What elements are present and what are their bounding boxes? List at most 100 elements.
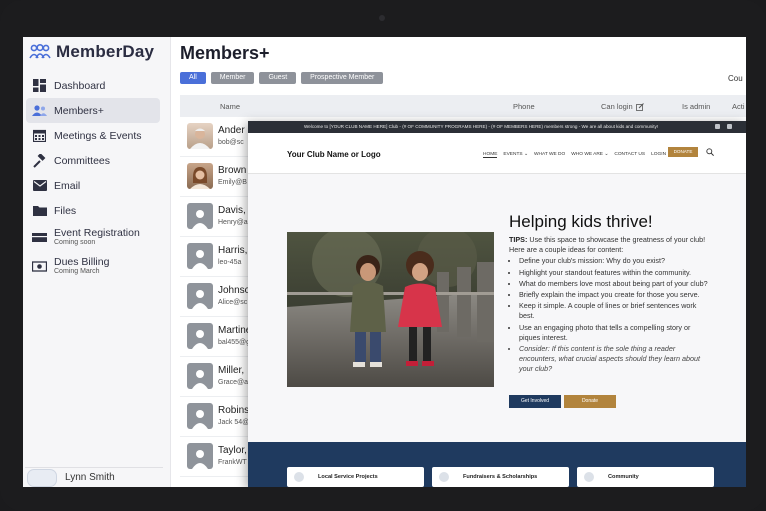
users-icon	[32, 103, 47, 118]
donate-button[interactable]: DONATE	[668, 147, 698, 157]
sidebar-item-label-group: Dues Billing Coming March	[54, 255, 110, 277]
instagram-icon[interactable]	[727, 124, 732, 129]
announcement-bar: Welcome to [YOUR CLUB NAME HERE] Club - …	[248, 121, 746, 133]
program-card-label: Local Service Projects	[318, 474, 378, 480]
member-name: Harris,	[218, 245, 248, 256]
column-header-active[interactable]: Acti	[732, 102, 745, 111]
hero-title: Helping kids thrive!	[509, 212, 653, 231]
sidebar-item-members[interactable]: Members+	[26, 98, 160, 123]
count-label: Cou	[728, 74, 743, 83]
member-name: Robins	[218, 405, 250, 416]
tips-intro: Use this space to showcase the greatness…	[509, 235, 706, 255]
sidebar-item-label: Dues Billing	[54, 255, 110, 268]
site-logo[interactable]: Your Club Name or Logo	[287, 150, 381, 159]
sidebar-item-label: Event Registration	[54, 226, 140, 239]
sidebar-item-files[interactable]: Files	[26, 198, 160, 223]
announcement-text: Welcome to [YOUR CLUB NAME HERE] Club - …	[304, 124, 659, 129]
avatar-placeholder-icon	[187, 443, 213, 469]
column-header-is-admin[interactable]: Is admin	[682, 102, 710, 111]
avatar-placeholder-icon	[187, 203, 213, 229]
avatar-placeholder-icon	[187, 403, 213, 429]
program-card-label: Fundraisers & Scholarships	[463, 474, 538, 480]
menu-item-home[interactable]: HOME	[483, 152, 498, 158]
sidebar-item-label: Dashboard	[54, 79, 106, 92]
sidebar-item-dues-billing[interactable]: Dues Billing Coming March	[26, 252, 160, 281]
sidebar-item-sublabel: Coming March	[54, 267, 100, 275]
filter-guest[interactable]: Guest	[259, 72, 297, 84]
page-title: Members+	[180, 43, 270, 63]
menu-item-who-we-are[interactable]: WHO WE ARE ⌄	[571, 152, 608, 158]
member-name: Taylor,	[218, 445, 247, 456]
column-header-can-login[interactable]: Can login	[601, 102, 644, 111]
user-name: Lynn Smith	[65, 472, 115, 483]
member-email: Alice@sc	[218, 299, 248, 306]
sidebar-nav: Dashboard Members+ Meetings & Events Com…	[26, 73, 160, 281]
program-card[interactable]: Community	[577, 467, 714, 487]
menu-item-events[interactable]: EVENTS ⌄	[503, 152, 528, 158]
sidebar-item-meetings[interactable]: Meetings & Events	[26, 123, 160, 148]
member-email: Henry@a	[218, 219, 248, 226]
app-name: MemberDay	[56, 42, 155, 61]
people-logo-icon	[29, 44, 51, 59]
sidebar-item-label: Files	[54, 204, 77, 217]
hero-tips: TIPS: Use this space to showcase the gre…	[509, 235, 709, 376]
list-item: Briefly explain the impact you create fo…	[519, 290, 709, 300]
app-logo[interactable]: MemberDay	[29, 41, 154, 63]
current-user[interactable]: Lynn Smith	[25, 467, 163, 487]
site-header: Your Club Name or Logo HOME EVENTS ⌄ WHA…	[248, 133, 746, 174]
community-icon	[584, 472, 594, 482]
menu-item-what-we-do[interactable]: WHAT WE DO	[534, 152, 565, 158]
member-name: Johnso	[218, 285, 251, 296]
avatar-placeholder-icon	[187, 363, 213, 389]
column-header-label: Can login	[601, 102, 633, 111]
sidebar: MemberDay Dashboard Members+ Meetings & …	[23, 37, 171, 487]
sidebar-item-dashboard[interactable]: Dashboard	[26, 73, 160, 98]
list-item: Consider: If this content is the sole th…	[519, 344, 709, 375]
member-name: Ander	[218, 125, 245, 136]
program-card[interactable]: Fundraisers & Scholarships	[432, 467, 569, 487]
member-email: bal455@g	[218, 339, 251, 346]
sidebar-item-label: Email	[54, 179, 81, 192]
sidebar-item-event-registration[interactable]: Event Registration Coming soon	[26, 223, 160, 252]
sidebar-item-committees[interactable]: Committees	[26, 148, 160, 173]
member-email: Grace@a	[218, 379, 249, 386]
dashboard-icon	[32, 78, 47, 93]
member-name: Davis,	[218, 205, 246, 216]
search-icon[interactable]	[706, 148, 714, 156]
avatar-placeholder-icon	[187, 283, 213, 309]
sidebar-item-label-group: Event Registration Coming soon	[54, 226, 140, 248]
menu-item-label: WHO WE ARE	[571, 152, 603, 157]
programs-section: Local Service Projects Fundraisers & Sch…	[248, 442, 746, 487]
scholarship-icon	[439, 472, 449, 482]
table-header: Name Phone Can login Is admin Acti	[180, 95, 746, 117]
camera	[379, 15, 385, 21]
get-involved-button[interactable]: Get Involved	[509, 395, 561, 408]
list-item: Define your club's mission: Why do you e…	[519, 256, 709, 266]
filter-prospective-member[interactable]: Prospective Member	[301, 72, 384, 84]
avatar	[187, 163, 213, 189]
member-type-filters: All Member Guest Prospective Member	[180, 72, 384, 84]
program-card[interactable]: Local Service Projects	[287, 467, 424, 487]
site-menu: HOME EVENTS ⌄ WHAT WE DO WHO WE ARE ⌄ CO…	[483, 152, 666, 158]
column-header-name[interactable]: Name	[220, 102, 240, 111]
chevron-down-icon: ⌄	[523, 152, 528, 157]
menu-item-login[interactable]: LOGIN	[651, 152, 666, 158]
program-card-label: Community	[608, 474, 639, 480]
club-website-preview: Welcome to [YOUR CLUB NAME HERE] Club - …	[248, 121, 746, 487]
tips-intro-line: TIPS: Use this space to showcase the gre…	[509, 235, 709, 255]
chevron-down-icon: ⌄	[604, 152, 609, 157]
column-header-phone[interactable]: Phone	[513, 102, 535, 111]
avatar	[187, 123, 213, 149]
donate-cta-button[interactable]: Donate	[564, 395, 616, 408]
filter-member[interactable]: Member	[210, 72, 255, 84]
filter-all[interactable]: All	[180, 72, 206, 84]
sidebar-item-email[interactable]: Email	[26, 173, 160, 198]
sidebar-item-label: Members+	[54, 104, 104, 117]
member-email: Jack 54@	[218, 419, 250, 426]
facebook-icon[interactable]	[715, 124, 720, 129]
gavel-icon	[32, 153, 47, 168]
hero-photo	[287, 232, 494, 387]
member-name: Martine	[218, 325, 252, 336]
menu-item-contact-us[interactable]: CONTACT US	[614, 152, 645, 158]
list-item: Keep it simple. A couple of lines or bri…	[519, 301, 709, 321]
